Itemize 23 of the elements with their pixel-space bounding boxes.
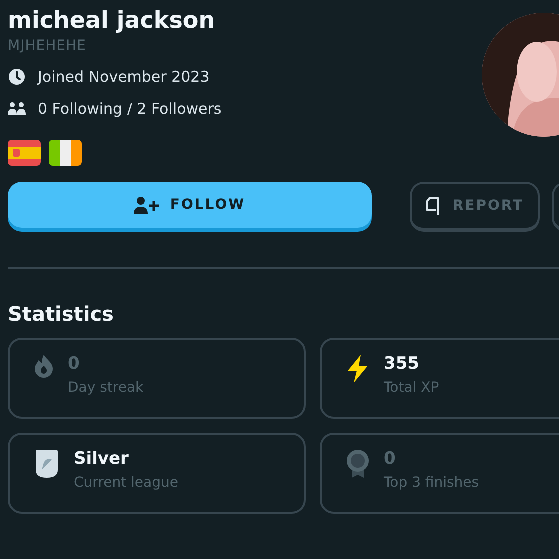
stat-value: 0 xyxy=(384,449,397,469)
stat-label: Current league xyxy=(74,475,178,491)
stat-label: Total XP xyxy=(384,380,440,396)
flag-icon xyxy=(49,140,82,166)
username: MJHEHEHE xyxy=(8,38,88,54)
stat-value: 0 xyxy=(68,354,81,374)
medal-icon xyxy=(346,449,370,479)
people-icon xyxy=(8,102,26,116)
stat-value: Silver xyxy=(74,449,130,469)
stat-label: Top 3 finishes xyxy=(384,475,480,491)
stat-label: Day streak xyxy=(68,380,144,396)
lightning-icon xyxy=(346,354,370,384)
add-friend-icon xyxy=(134,196,160,214)
flag-icon xyxy=(8,140,41,166)
shield-icon xyxy=(34,449,60,479)
stat-value: 355 xyxy=(384,354,420,374)
flame-icon xyxy=(34,354,54,378)
clock-icon xyxy=(8,68,26,86)
profile-name: micheal jackson xyxy=(8,7,216,36)
follow-counts: 0 Following / 2 Followers xyxy=(38,100,222,118)
section-title: Statistics xyxy=(8,302,115,326)
joined-date: Joined November 2023 xyxy=(38,68,210,86)
follow-button[interactable]: FOLLOW xyxy=(8,182,372,228)
